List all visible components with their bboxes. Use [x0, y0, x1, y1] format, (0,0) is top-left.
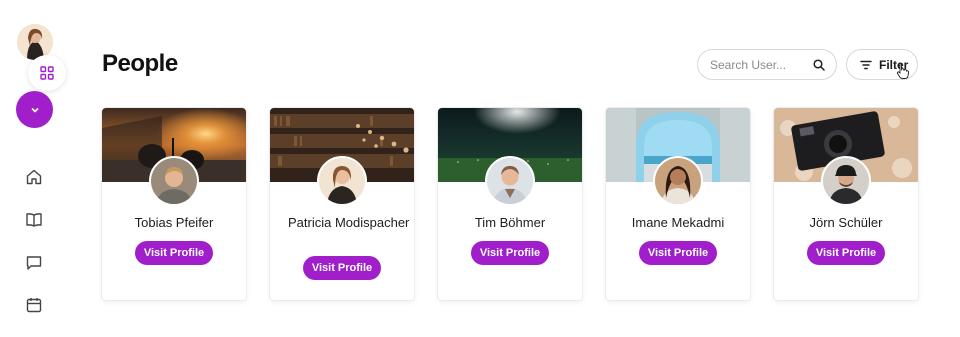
home-icon: [25, 168, 43, 186]
person-name: Tobias Pfeifer: [134, 215, 214, 230]
apps-grid-button[interactable]: [28, 55, 66, 91]
person-card: Tobias Pfeifer Visit Profile: [102, 108, 246, 300]
person-name: Patricia Modispacher: [288, 215, 410, 230]
profile-photo: [485, 156, 535, 206]
nav-calendar[interactable]: [24, 295, 44, 315]
person-name: Tim Böhmer: [474, 215, 546, 230]
person-card: Imane Mekadmi Visit Profile: [606, 108, 750, 300]
nav-messages[interactable]: [24, 253, 44, 273]
grid-icon: [40, 66, 54, 80]
filter-icon: [859, 58, 873, 72]
profile-photo: [317, 156, 367, 206]
search-input[interactable]: [710, 57, 810, 72]
search-box[interactable]: [697, 49, 837, 80]
visit-profile-button[interactable]: Visit Profile: [639, 241, 717, 265]
profile-photo: [821, 156, 871, 206]
chevron-down-icon: [29, 104, 41, 116]
person-card: Patricia Modispacher Visit Profile: [270, 108, 414, 300]
person-name: Jörn Schüler: [809, 215, 883, 230]
sidebar: [0, 0, 70, 337]
person-name: Imane Mekadmi: [631, 215, 725, 230]
calendar-icon: [25, 296, 43, 314]
nav-library[interactable]: [24, 210, 44, 230]
page-title: People: [102, 50, 178, 77]
profile-photo: [653, 156, 703, 206]
visit-profile-button[interactable]: Visit Profile: [135, 241, 213, 265]
visit-profile-button[interactable]: Visit Profile: [303, 256, 381, 280]
visit-profile-button[interactable]: Visit Profile: [471, 241, 549, 265]
person-card: Jörn Schüler Visit Profile: [774, 108, 918, 300]
book-icon: [25, 211, 43, 229]
search-icon[interactable]: [812, 58, 826, 72]
nav-home[interactable]: [24, 167, 44, 187]
chat-icon: [25, 254, 43, 272]
person-card: Tim Böhmer Visit Profile: [438, 108, 582, 300]
visit-profile-button[interactable]: Visit Profile: [807, 241, 885, 265]
hand-cursor-icon: [896, 62, 910, 79]
profile-photo: [149, 156, 199, 206]
expand-menu-button[interactable]: [16, 91, 53, 128]
